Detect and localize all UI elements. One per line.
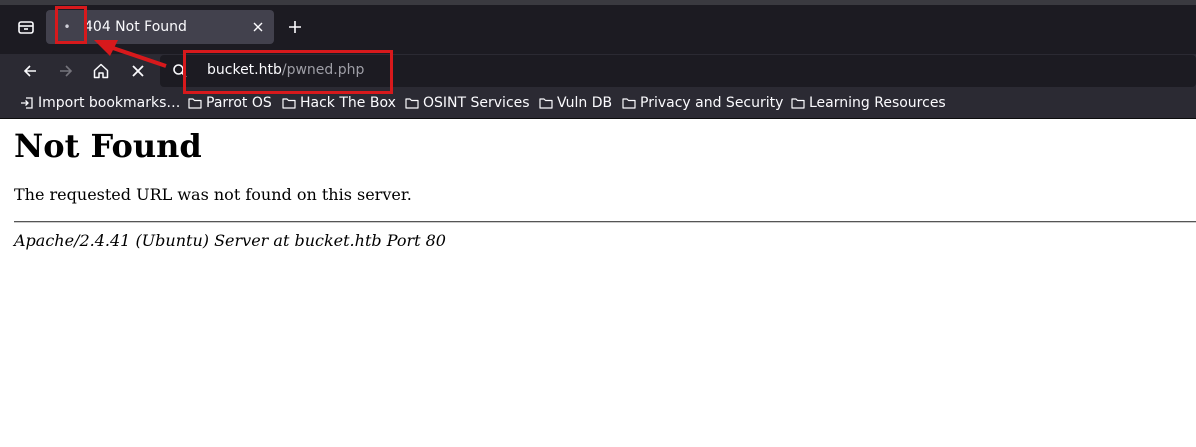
bookmark-osint-services[interactable]: OSINT Services [405,94,530,112]
home-icon [93,63,109,79]
back-button[interactable] [16,57,44,85]
stop-loading-button[interactable] [124,57,152,85]
folder-icon [188,98,202,109]
bookmark-label: OSINT Services [423,95,530,111]
tab-close-button[interactable] [250,19,266,35]
folder-icon [282,98,296,109]
folder-icon [405,98,419,109]
bookmark-label: Import bookmarks… [38,95,181,111]
annotation-box-url [183,50,393,94]
bookmark-import[interactable]: Import bookmarks… [20,94,180,112]
bookmark-privacy-and-security[interactable]: Privacy and Security [622,94,783,112]
new-tab-button[interactable] [284,16,306,38]
server-signature: Apache/2.4.41 (Ubuntu) Server at bucket.… [14,231,446,250]
bookmark-parrot-os[interactable]: Parrot OS [188,94,272,112]
bookmarks-toolbar: Import bookmarks… Parrot OS Hack The Box… [0,88,1196,119]
bookmark-label: Privacy and Security [640,95,784,111]
back-arrow-icon [23,65,36,77]
import-icon [21,97,33,109]
page-heading: Not Found [14,127,202,165]
bookmark-hack-the-box[interactable]: Hack The Box [282,94,396,112]
tab-overview-button[interactable] [12,14,40,40]
tab-bar: • 404 Not Found [0,0,1196,54]
folder-icon [791,98,805,109]
folder-icon [539,98,553,109]
forward-button[interactable] [52,57,80,85]
bookmark-label: Parrot OS [206,95,272,111]
forward-arrow-icon [60,65,73,77]
horizontal-rule [14,221,1196,223]
bookmark-label: Learning Resources [809,95,946,111]
tab-title: 404 Not Found [84,19,187,35]
close-icon [253,22,263,32]
navigation-toolbar: bucket.htb/pwned.php [0,54,1196,88]
bookmark-vuln-db[interactable]: Vuln DB [539,94,612,112]
bookmark-label: Hack The Box [300,95,396,111]
error-message: The requested URL was not found on this … [14,185,412,204]
bookmark-label: Vuln DB [557,95,613,111]
page-content: Not Found The requested URL was not foun… [0,119,1196,447]
home-button[interactable] [87,57,115,85]
tab-overview-icon [18,21,34,34]
stop-x-icon [132,65,144,77]
annotation-box-favicon [55,6,87,44]
bookmark-learning-resources[interactable]: Learning Resources [791,94,946,112]
plus-icon [289,21,301,33]
folder-icon [622,98,636,109]
